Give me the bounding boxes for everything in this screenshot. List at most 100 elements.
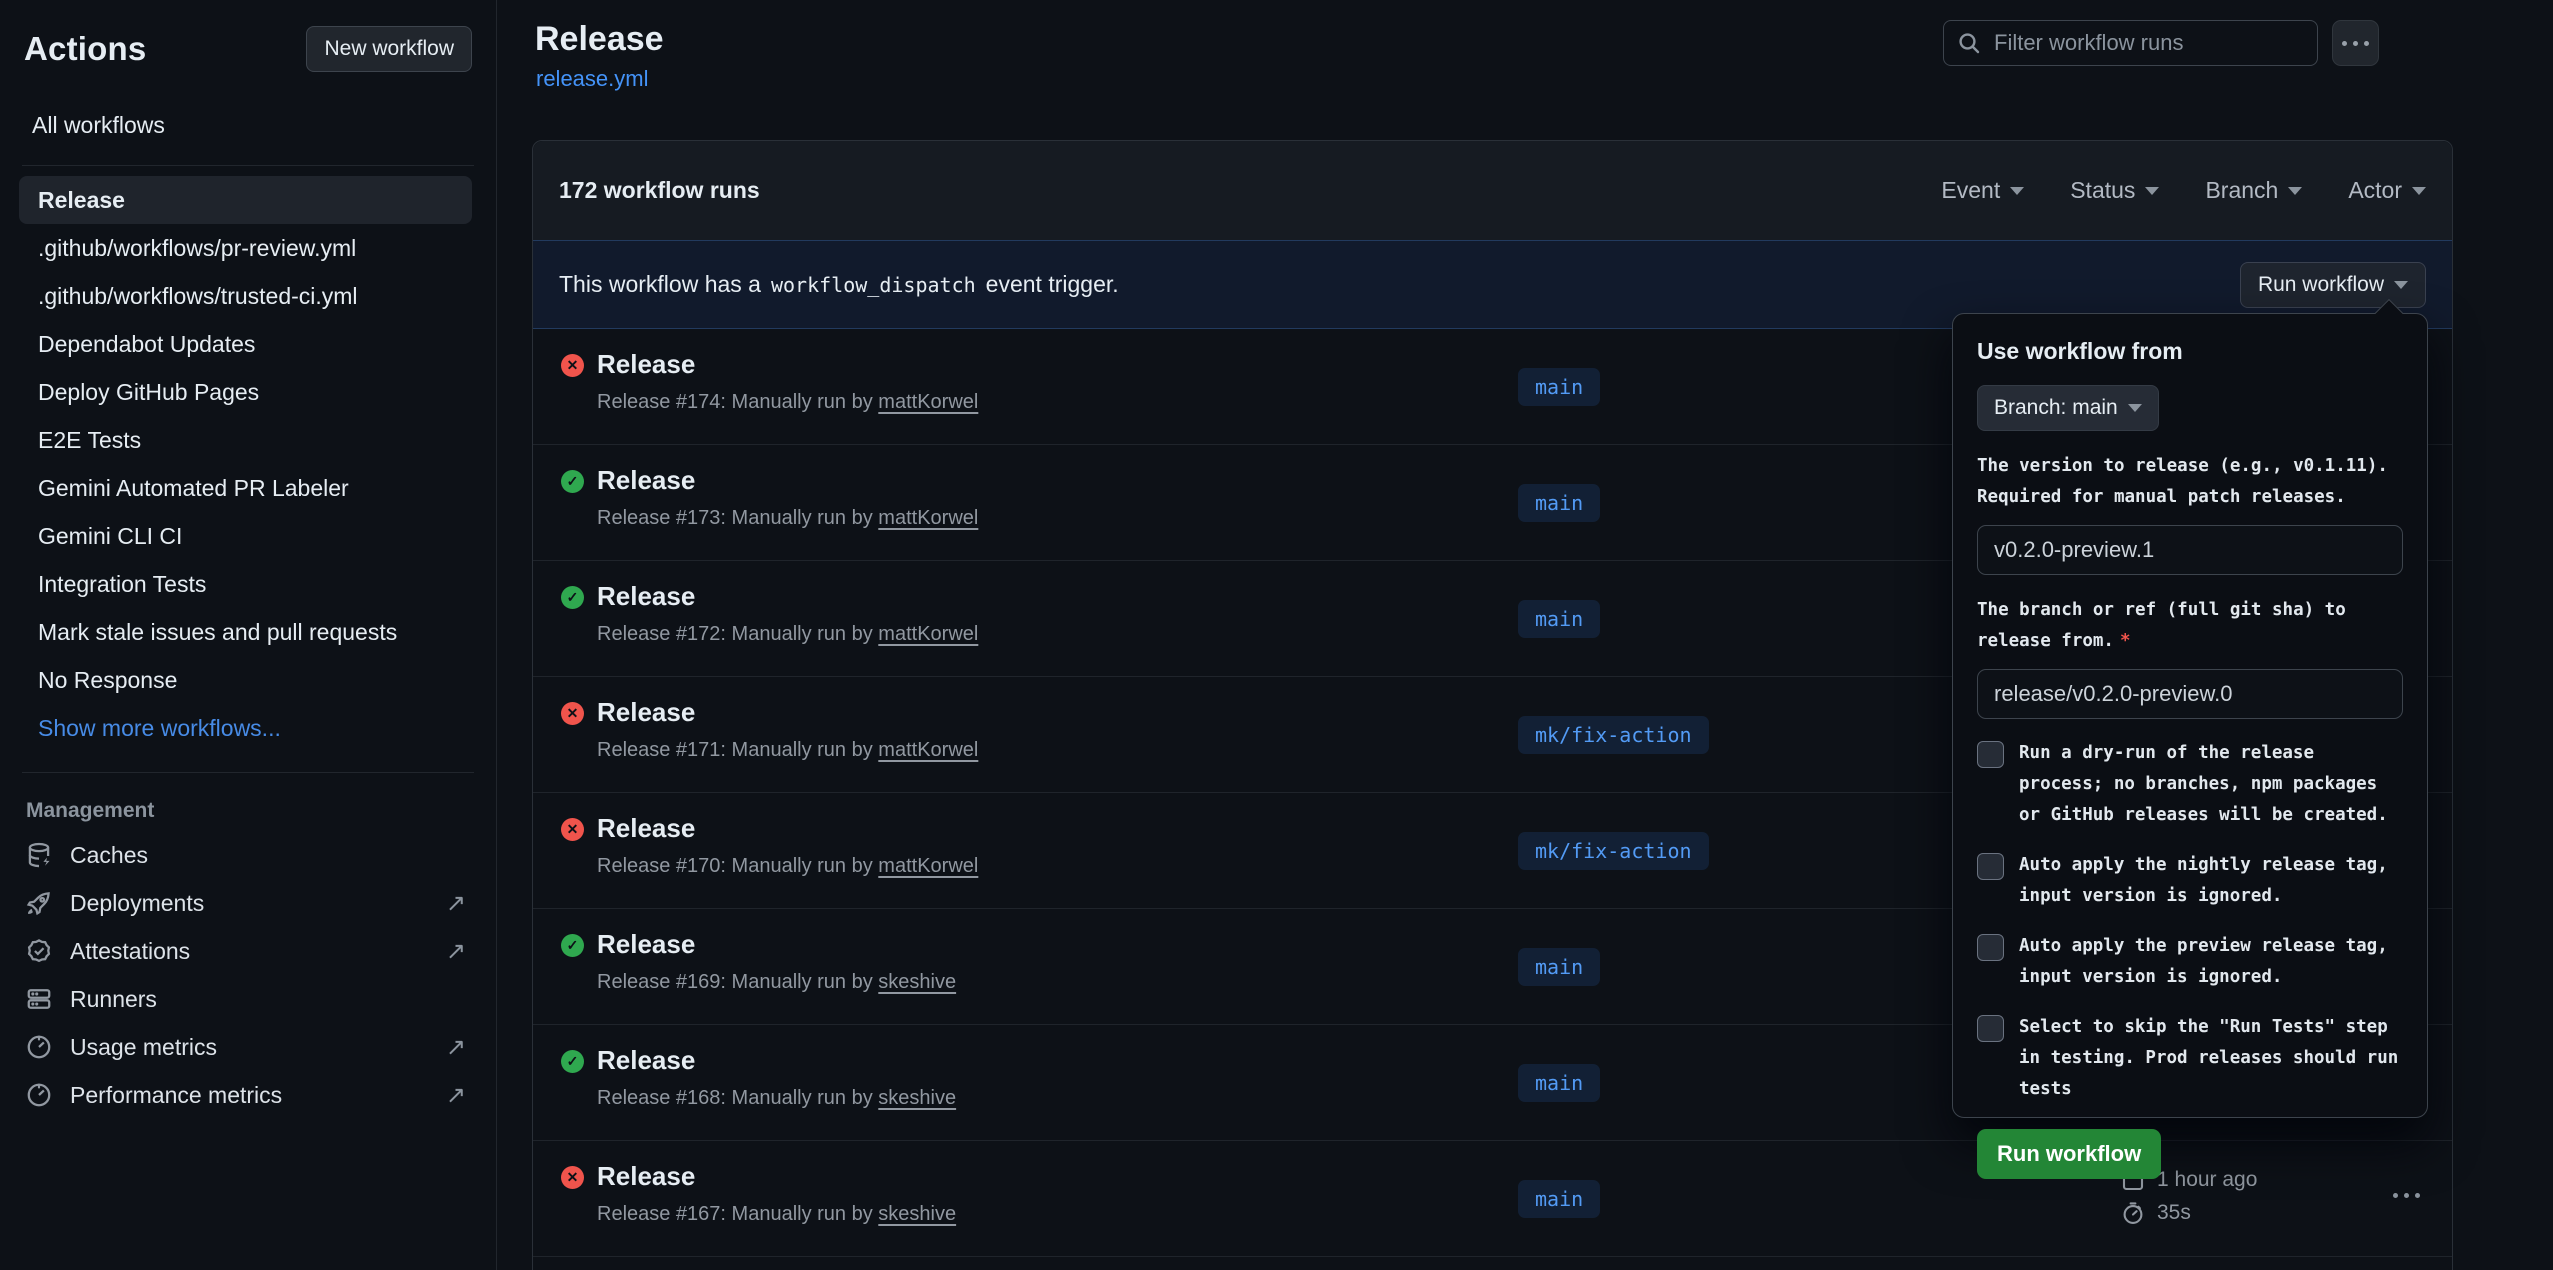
check-circle-icon: ✓ [561,934,584,957]
actor-link[interactable]: skeshive [878,1203,956,1225]
external-link-icon: ↗ [446,937,466,966]
page-title: Release [535,20,664,59]
actions-sidebar: Actions New workflow All workflows Relea… [0,0,497,1270]
actor-link[interactable]: mattKorwel [878,391,978,413]
filter-actor[interactable]: Actor [2348,177,2426,204]
sidebar-item-performance-metrics[interactable]: Performance metrics ↗ [24,1071,472,1119]
sidebar-item-runners[interactable]: Runners [24,975,472,1023]
version-input[interactable] [1977,525,2403,575]
branch-ref-input[interactable] [1977,669,2403,719]
branch-label[interactable]: main [1518,600,1600,638]
filter-runs-input[interactable] [1943,20,2318,66]
banner-text-suffix: event trigger. [986,271,1119,298]
runs-card-header: 172 workflow runs Event Status Branch Ac… [533,141,2452,241]
filter-branch[interactable]: Branch [2205,177,2302,204]
management-section-title: Management [26,799,472,823]
sidebar-item-e2e-tests[interactable]: E2E Tests [19,416,472,464]
run-title-link[interactable]: Release [597,465,695,496]
skip-tests-checkbox[interactable] [1977,1015,2004,1042]
new-workflow-button[interactable]: New workflow [306,26,472,72]
dry-run-checkbox-group: Run a dry-run of the release process; no… [1977,738,2403,831]
skip-tests-checkbox-group: Select to skip the "Run Tests" step in t… [1977,1012,2403,1105]
dry-run-checkbox[interactable] [1977,741,2004,768]
sidebar-item-usage-metrics[interactable]: Usage metrics ↗ [24,1023,472,1071]
runs-filters: Event Status Branch Actor [1941,177,2426,204]
sidebar-item-trusted-ci[interactable]: .github/workflows/trusted-ci.yml [19,272,472,320]
sidebar-item-caches[interactable]: Caches [24,831,472,879]
branch-select-button[interactable]: Branch: main [1977,385,2159,431]
branch-label[interactable]: main [1518,484,1600,522]
sidebar-item-gemini-pr-labeler[interactable]: Gemini Automated PR Labeler [19,464,472,512]
sidebar-item-deployments[interactable]: Deployments ↗ [24,879,472,927]
workflow-list: Release .github/workflows/pr-review.yml … [24,176,472,752]
run-description: Release #172: Manually run by mattKorwel [597,623,978,646]
actor-link[interactable]: mattKorwel [878,739,978,761]
sidebar-item-pr-review[interactable]: .github/workflows/pr-review.yml [19,224,472,272]
rocket-icon [26,890,52,916]
sidebar-item-mark-stale[interactable]: Mark stale issues and pull requests [19,608,472,656]
x-circle-icon: ✕ [561,1166,584,1189]
x-circle-icon: ✕ [561,818,584,841]
run-title-link[interactable]: Release [597,813,695,844]
run-title-link[interactable]: Release [597,349,695,380]
nightly-tag-checkbox-group: Auto apply the nightly release tag, inpu… [1977,850,2403,912]
sidebar-divider [22,772,474,773]
run-description: Release #174: Manually run by mattKorwel [597,391,978,414]
run-description: Release #171: Manually run by mattKorwel [597,739,978,762]
run-description: Release #167: Manually run by skeshive [597,1203,956,1226]
check-circle-icon: ✓ [561,1050,584,1073]
banner-code: workflow_dispatch [771,273,976,297]
chevron-down-icon [2394,281,2408,289]
branch-label[interactable]: main [1518,948,1600,986]
sidebar-item-label: Caches [70,842,148,869]
check-circle-icon: ✓ [561,586,584,609]
external-link-icon: ↗ [446,1033,466,1062]
workflow-options-button[interactable] [2332,20,2379,66]
branch-label[interactable]: mk/fix-action [1518,716,1709,754]
stopwatch-icon [2121,1201,2145,1225]
branch-label[interactable]: main [1518,1064,1600,1102]
runs-count: 172 workflow runs [559,177,760,204]
run-title-link[interactable]: Release [597,1161,695,1192]
actor-link[interactable]: mattKorwel [878,507,978,529]
run-title-link[interactable]: Release [597,929,695,960]
actor-link[interactable]: mattKorwel [878,855,978,877]
database-icon [26,842,52,868]
sidebar-item-all-workflows[interactable]: All workflows [24,106,472,145]
show-more-workflows-link[interactable]: Show more workflows... [19,704,472,752]
run-title-link[interactable]: Release [597,581,695,612]
branch-label[interactable]: mk/fix-action [1518,832,1709,870]
external-link-icon: ↗ [446,889,466,918]
run-description: Release #168: Manually run by skeshive [597,1087,956,1110]
sidebar-item-deploy-github-pages[interactable]: Deploy GitHub Pages [19,368,472,416]
branch-ref-field-description: The branch or ref (full git sha) to rele… [1977,595,2403,657]
sidebar-item-dependabot-updates[interactable]: Dependabot Updates [19,320,472,368]
actor-link[interactable]: skeshive [878,971,956,993]
chevron-down-icon [2128,404,2142,412]
sidebar-item-integration-tests[interactable]: Integration Tests [19,560,472,608]
run-options-button[interactable] [2393,1193,2420,1198]
filter-event[interactable]: Event [1941,177,2024,204]
filter-status[interactable]: Status [2070,177,2159,204]
sidebar-item-gemini-cli-ci[interactable]: Gemini CLI CI [19,512,472,560]
sidebar-item-release[interactable]: Release [19,176,472,224]
run-workflow-submit-button[interactable]: Run workflow [1977,1129,2161,1179]
actor-link[interactable]: mattKorwel [878,623,978,645]
filter-workflow-runs [1943,20,2318,66]
run-workflow-dropdown-button[interactable]: Run workflow [2240,262,2426,308]
run-title-link[interactable]: Release [597,1045,695,1076]
x-circle-icon: ✕ [561,354,584,377]
run-description: Release #170: Manually run by mattKorwel [597,855,978,878]
run-title-link[interactable]: Release [597,697,695,728]
nightly-tag-checkbox[interactable] [1977,853,2004,880]
sidebar-item-no-response[interactable]: No Response [19,656,472,704]
gauge-icon [26,1034,52,1060]
preview-tag-checkbox[interactable] [1977,934,2004,961]
sidebar-item-label: Performance metrics [70,1082,282,1109]
workflow-file-link[interactable]: release.yml [536,66,648,92]
version-field-description: The version to release (e.g., v0.1.11). … [1977,451,2403,513]
sidebar-item-attestations[interactable]: Attestations ↗ [24,927,472,975]
branch-label[interactable]: main [1518,1180,1600,1218]
branch-label[interactable]: main [1518,368,1600,406]
actor-link[interactable]: skeshive [878,1087,956,1109]
